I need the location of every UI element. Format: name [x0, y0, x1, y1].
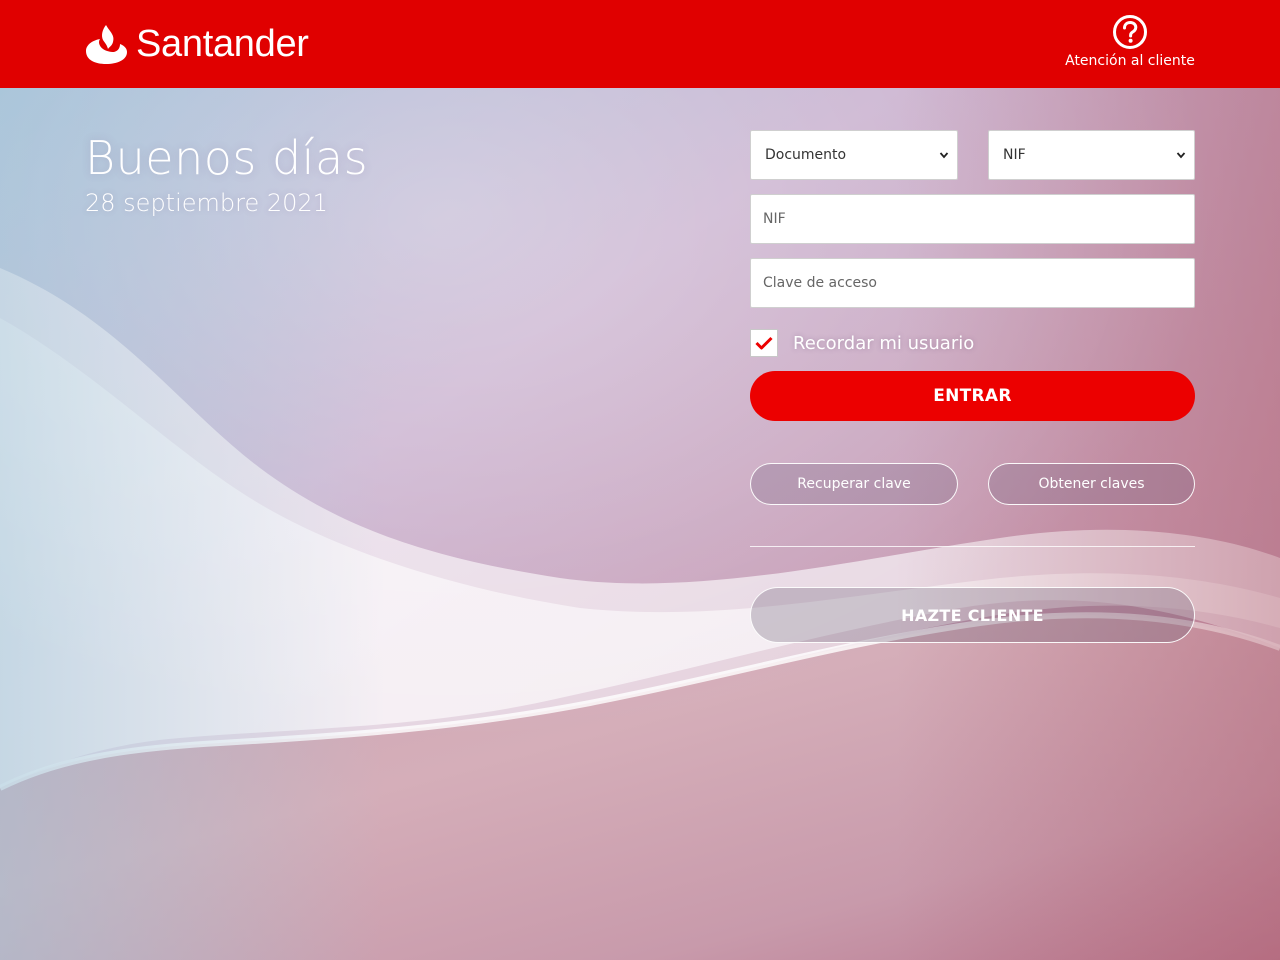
recover-password-button[interactable]: Recuperar clave: [750, 463, 958, 505]
remember-user-checkbox[interactable]: [750, 329, 778, 357]
customer-service-link[interactable]: Atención al cliente: [1065, 14, 1195, 69]
flame-icon: [86, 25, 127, 64]
greeting-date: 28 septiembre 2021: [85, 189, 328, 217]
checkmark-icon: [755, 336, 773, 350]
user-id-input[interactable]: NIF: [750, 194, 1195, 244]
obtain-credentials-button[interactable]: Obtener claves: [988, 463, 1195, 505]
form-divider: [750, 546, 1195, 547]
login-button[interactable]: ENTRAR: [750, 371, 1195, 421]
customer-service-label: Atención al cliente: [1065, 53, 1195, 69]
question-circle-icon: [1113, 15, 1147, 49]
brand-name: Santander: [136, 23, 309, 65]
top-header: Santander Atención al cliente: [0, 0, 1280, 88]
greeting-block: Buenos días 28 septiembre 2021: [85, 130, 368, 218]
greeting-title: Buenos días: [85, 131, 369, 185]
password-placeholder: Clave de acceso: [763, 275, 877, 291]
login-page: Santander Atención al cliente Buenos día…: [0, 0, 1280, 960]
document-type-select[interactable]: NIF: [988, 130, 1195, 180]
santander-logo[interactable]: Santander: [84, 22, 309, 66]
become-client-button[interactable]: HAZTE CLIENTE: [750, 587, 1195, 643]
chevron-down-icon: [1176, 152, 1186, 159]
password-input[interactable]: Clave de acceso: [750, 258, 1195, 308]
document-select[interactable]: Documento: [750, 130, 958, 180]
user-id-placeholder: NIF: [763, 211, 786, 227]
document-type-select-value: NIF: [1003, 147, 1026, 163]
document-select-value: Documento: [765, 147, 847, 163]
remember-user-option[interactable]: Recordar mi usuario: [750, 329, 974, 357]
chevron-down-icon: [939, 152, 949, 159]
remember-user-label: Recordar mi usuario: [793, 332, 975, 354]
